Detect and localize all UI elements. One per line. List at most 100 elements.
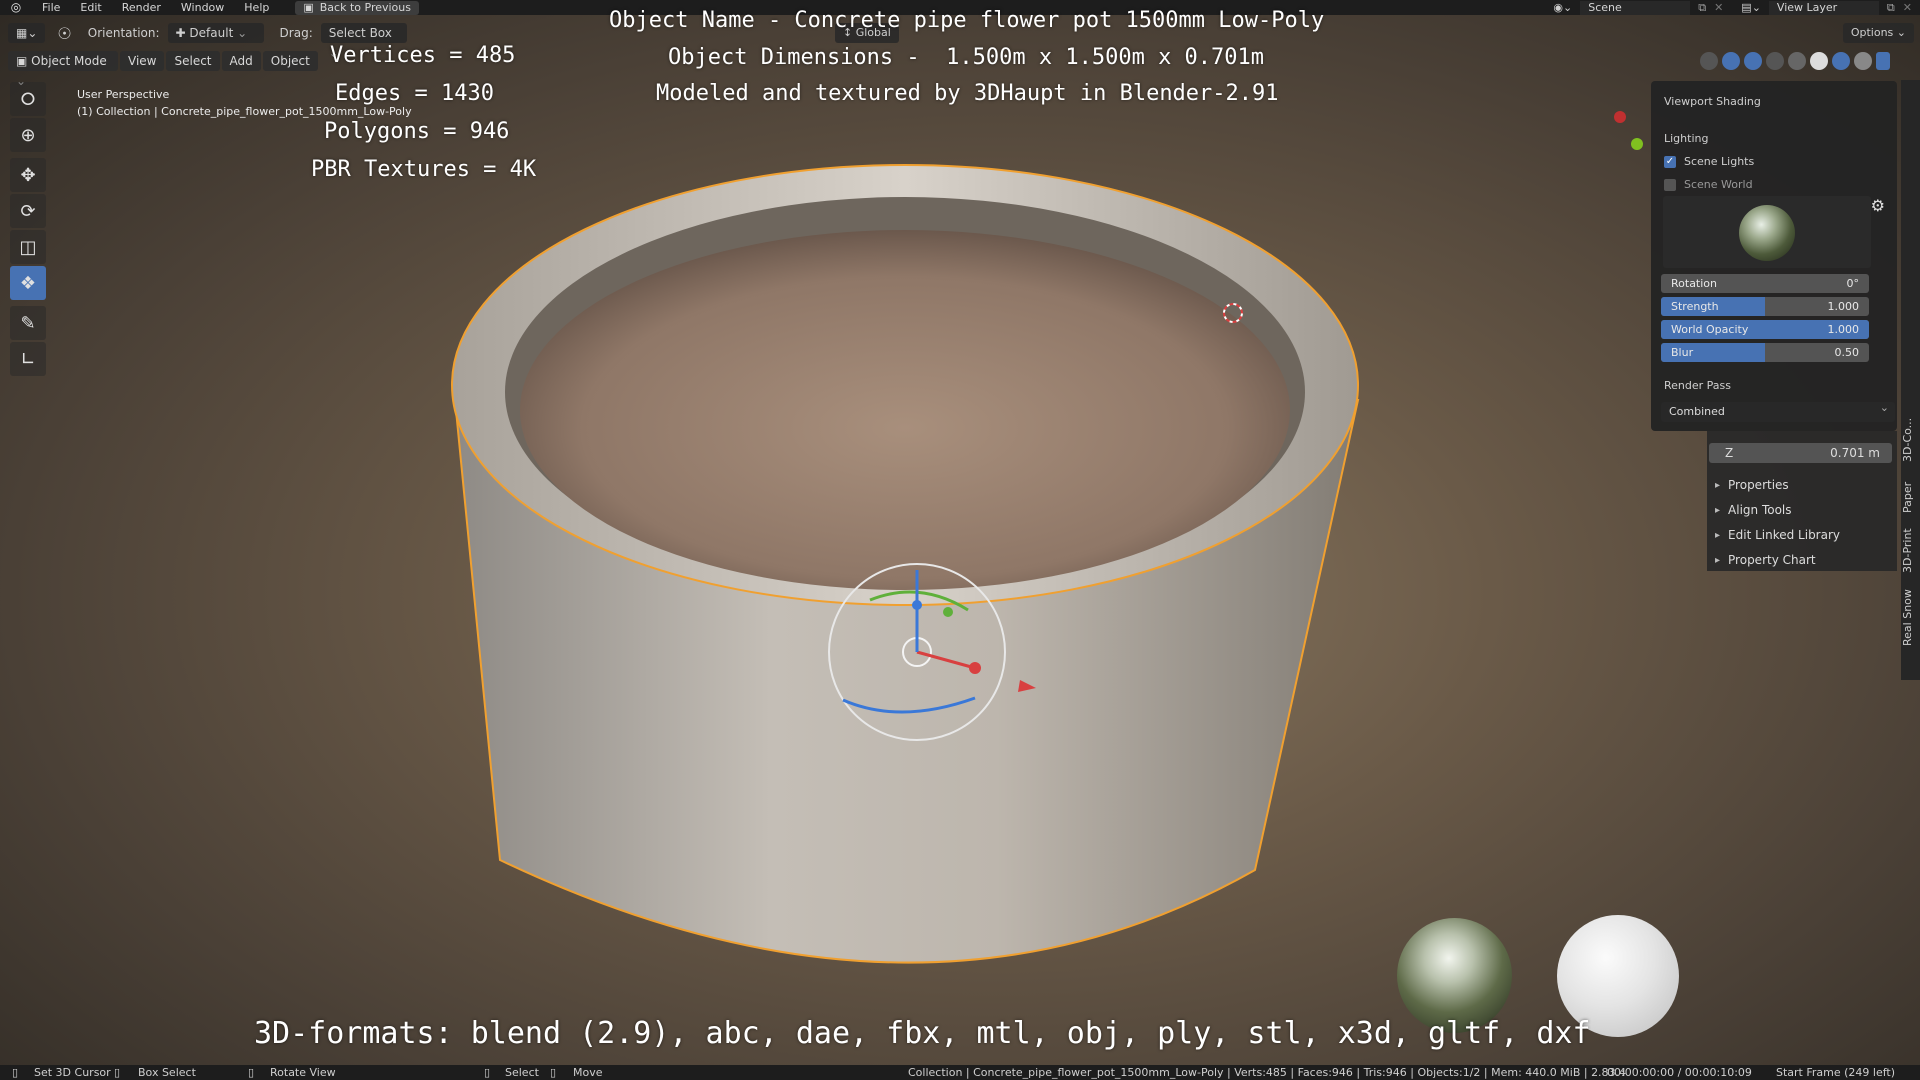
- visibility-icon[interactable]: [1700, 52, 1718, 70]
- status-set-cursor: Set 3D Cursor: [34, 1066, 111, 1079]
- orientation-label: Orientation:: [87, 26, 160, 40]
- wireframe-shading-icon[interactable]: [1788, 52, 1806, 70]
- object-mode-icon: ▣: [16, 54, 32, 68]
- editor-type-icon[interactable]: ▦⌄: [8, 23, 46, 43]
- nav-gizmo-x: [1614, 111, 1626, 123]
- options-dropdown[interactable]: Options ⌄: [1842, 23, 1914, 43]
- drag-label: Drag:: [279, 26, 313, 40]
- menu-edit[interactable]: Edit: [70, 1, 111, 14]
- status-frame: Start Frame (249 left): [1776, 1066, 1896, 1079]
- new-scene-icon[interactable]: ⧉: [1698, 1, 1706, 15]
- hdri-thumbnail: [1739, 205, 1795, 261]
- status-time: 00:00:00:00 / 00:00:10:09: [1607, 1066, 1752, 1079]
- lighting-section-label: Lighting: [1664, 132, 1709, 145]
- menu-file[interactable]: File: [32, 1, 70, 14]
- mouse-left-icon: ▯: [12, 1066, 19, 1079]
- material-preview-icon[interactable]: [1832, 52, 1850, 70]
- screen-icon: ▣: [303, 0, 314, 14]
- rotation-slider[interactable]: Rotation 0°: [1661, 274, 1869, 293]
- overlay-toggle-icon[interactable]: [1744, 52, 1762, 70]
- status-rotate-view: Rotate View: [270, 1066, 336, 1079]
- move-tool-icon[interactable]: ✥: [10, 158, 46, 192]
- sidebar-tabs: 3D-Co... Paper 3D-Print Real Snow: [1901, 80, 1920, 680]
- status-select: Select: [505, 1066, 539, 1079]
- hdri-selector[interactable]: [1663, 196, 1871, 268]
- dimension-z-field[interactable]: Z 0.701 m: [1709, 443, 1892, 463]
- orientation-icon: ✚: [175, 26, 190, 40]
- delete-view-layer-icon[interactable]: ✕: [1903, 1, 1912, 14]
- new-view-layer-icon[interactable]: ⧉: [1887, 1, 1895, 15]
- select-box-tool-icon[interactable]: ⭘: [10, 82, 46, 116]
- scene-icon[interactable]: ◉⌄: [1553, 1, 1572, 14]
- sidebar-panel: Z 0.701 m Properties Align Tools Edit Li…: [1707, 431, 1897, 571]
- tab-real-snow[interactable]: Real Snow: [1901, 585, 1920, 650]
- menu-select[interactable]: Select: [166, 51, 220, 71]
- menu-window[interactable]: Window: [171, 1, 234, 14]
- panel-edit-linked-library[interactable]: Edit Linked Library: [1715, 528, 1840, 542]
- menu-help[interactable]: Help: [234, 1, 279, 14]
- vertices-caption: Vertices = 485: [330, 43, 516, 68]
- shading-mode-buttons: [1700, 52, 1890, 70]
- edges-caption: Edges = 1430: [335, 81, 494, 106]
- render-pass-dropdown[interactable]: Combined: [1661, 398, 1895, 422]
- xray-icon[interactable]: [1766, 52, 1784, 70]
- transform-tool-icon[interactable]: ❖: [10, 266, 46, 300]
- back-to-previous-button[interactable]: ▣ Back to Previous: [295, 0, 419, 15]
- menu-render[interactable]: Render: [112, 1, 171, 14]
- viewport-header: ▣ Object Mode ⌄ View Select Add Object: [8, 50, 318, 88]
- dimensions-caption: Object Dimensions - 1.500m x 1.500m x 0.…: [668, 45, 1265, 70]
- shading-title: Viewport Shading: [1664, 95, 1761, 108]
- textures-caption: PBR Textures = 4K: [311, 157, 537, 182]
- panel-properties[interactable]: Properties: [1715, 478, 1789, 492]
- scene-lights-checkbox[interactable]: ✓ Scene Lights: [1664, 155, 1754, 168]
- view-layer-icon[interactable]: ▤⌄: [1741, 1, 1761, 14]
- blur-slider[interactable]: Blur 0.50: [1661, 343, 1869, 362]
- collection-label: (1) Collection | Concrete_pipe_flower_po…: [77, 105, 412, 118]
- credit-caption: Modeled and textured by 3DHaupt in Blend…: [656, 81, 1279, 106]
- mouse-left-icon-2: ▯: [484, 1066, 491, 1079]
- scene-world-checkbox[interactable]: Scene World: [1664, 178, 1753, 191]
- tab-3d-print[interactable]: 3D-Print: [1901, 523, 1920, 578]
- menu-view[interactable]: View: [120, 51, 165, 71]
- panel-property-chart[interactable]: Property Chart: [1715, 553, 1816, 567]
- gear-icon[interactable]: ⚙: [1871, 196, 1885, 215]
- shading-options-dropdown-icon[interactable]: [1876, 52, 1890, 70]
- gizmo-toggle-icon[interactable]: [1722, 52, 1740, 70]
- menu-add[interactable]: Add: [221, 51, 261, 71]
- status-stats: Collection | Concrete_pipe_flower_pot_15…: [908, 1066, 1627, 1079]
- panel-align-tools[interactable]: Align Tools: [1715, 503, 1791, 517]
- cursor-tool-icon[interactable]: ⊕: [10, 118, 46, 152]
- world-opacity-slider[interactable]: World Opacity 1.000: [1661, 320, 1869, 339]
- viewport-shading-popover: Viewport Shading Lighting ✓ Scene Lights…: [1651, 81, 1897, 431]
- mode-dropdown[interactable]: ▣ Object Mode ⌄: [8, 51, 118, 88]
- rotate-tool-icon[interactable]: ⟳: [10, 194, 46, 228]
- mouse-drag-icon: ▯: [114, 1066, 121, 1079]
- blender-logo-icon[interactable]: ◎: [8, 1, 24, 14]
- status-box-select: Box Select: [138, 1066, 196, 1079]
- polygons-caption: Polygons = 946: [324, 119, 510, 144]
- tab-3d-coat[interactable]: 3D-Co...: [1901, 410, 1920, 470]
- tab-paper[interactable]: Paper: [1901, 475, 1920, 520]
- left-toolbar: ⭘ ⊕ ✥ ⟳ ◫ ❖ ✎ ∟: [10, 82, 46, 378]
- active-tool-icon[interactable]: ☉: [57, 24, 71, 43]
- mouse-right-icon: ▯: [550, 1066, 557, 1079]
- render-pass-label: Render Pass: [1664, 379, 1731, 392]
- strength-slider[interactable]: Strength 1.000: [1661, 297, 1869, 316]
- status-bar: ▯ Set 3D Cursor ▯ Box Select ▯ Rotate Vi…: [0, 1065, 1920, 1080]
- orientation-dropdown[interactable]: ✚ Default: [167, 23, 264, 43]
- view-layer-selector[interactable]: View Layer: [1768, 0, 1879, 15]
- scene-selector[interactable]: Scene: [1580, 0, 1691, 15]
- mouse-middle-icon: ▯: [248, 1066, 255, 1079]
- scale-tool-icon[interactable]: ◫: [10, 230, 46, 264]
- solid-shading-icon[interactable]: [1810, 52, 1828, 70]
- soil-surface: [520, 230, 1290, 590]
- checkmark-icon: ✓: [1664, 155, 1676, 168]
- measure-tool-icon[interactable]: ∟: [10, 342, 46, 376]
- annotate-tool-icon[interactable]: ✎: [10, 306, 46, 340]
- rendered-shading-icon[interactable]: [1854, 52, 1872, 70]
- menu-object[interactable]: Object: [262, 51, 318, 71]
- delete-scene-icon[interactable]: ✕: [1714, 1, 1723, 14]
- drag-dropdown[interactable]: Select Box: [320, 23, 407, 43]
- object-name-caption: Object Name - Concrete pipe flower pot 1…: [609, 8, 1325, 33]
- status-move: Move: [573, 1066, 603, 1079]
